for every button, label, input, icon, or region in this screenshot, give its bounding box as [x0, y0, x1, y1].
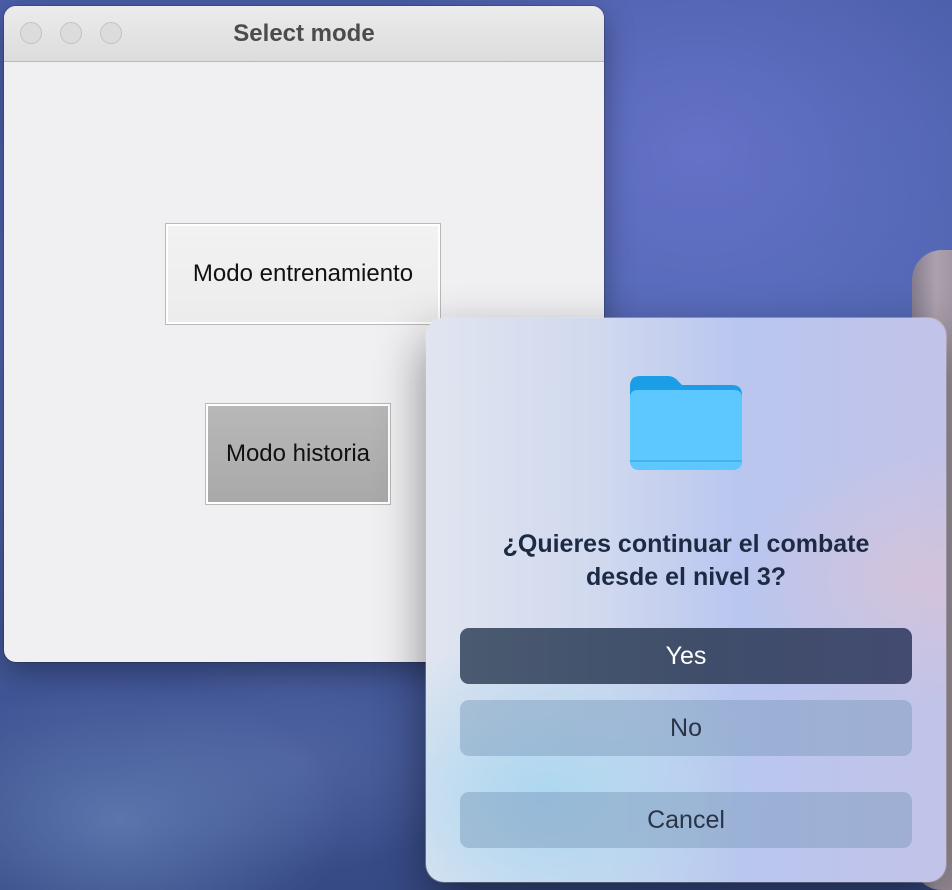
window-titlebar[interactable]: Select mode — [4, 6, 604, 62]
folder-icon — [630, 376, 742, 470]
desktop-background: Select mode Modo entrenamiento Modo hist… — [0, 0, 952, 890]
alert-message-line-2: desde el nivel 3? — [585, 563, 787, 591]
yes-button[interactable]: Yes — [460, 628, 912, 684]
continue-alert-dialog: ¿Quieres continuar el combate desde el n… — [426, 318, 946, 882]
window-title: Select mode — [233, 20, 375, 47]
alert-message: ¿Quieres continuar el combate desde el n… — [446, 528, 926, 594]
cancel-button[interactable]: Cancel — [460, 792, 912, 848]
alert-message-line-1: ¿Quieres continuar el combate — [502, 530, 870, 558]
training-mode-button[interactable]: Modo entrenamiento — [165, 223, 441, 325]
story-mode-button[interactable]: Modo historia — [205, 403, 391, 505]
no-button[interactable]: No — [460, 700, 912, 756]
